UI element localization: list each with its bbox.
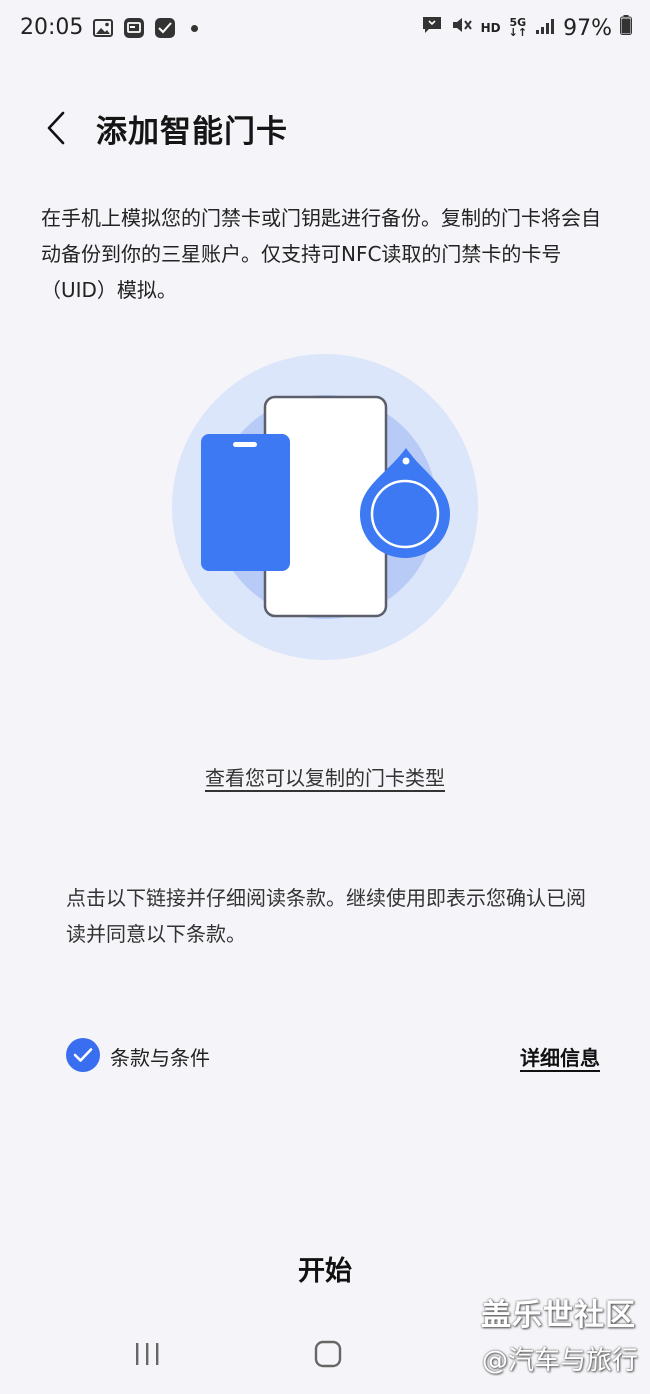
card-types-link-row: 查看您可以复制的门卡类型 bbox=[0, 762, 650, 791]
message-sync-icon bbox=[421, 15, 443, 41]
mute-icon bbox=[451, 15, 473, 41]
recent-apps-icon bbox=[136, 1343, 159, 1365]
start-button[interactable]: 开始 bbox=[225, 1240, 425, 1296]
home-button[interactable] bbox=[303, 1332, 353, 1376]
network-indicator: 5G ↓↑ bbox=[508, 16, 528, 39]
terms-row: 条款与条件 详细信息 bbox=[66, 1036, 600, 1076]
recent-apps-button[interactable] bbox=[122, 1332, 172, 1376]
header: 添加智能门卡 bbox=[0, 96, 650, 166]
notification-dot-icon bbox=[191, 24, 198, 32]
check-badge-icon bbox=[154, 17, 176, 39]
battery-icon bbox=[620, 15, 632, 41]
status-left-icons bbox=[92, 17, 198, 39]
battery-text: 97% bbox=[563, 15, 612, 41]
terms-notice: 点击以下链接并仔细阅读条款。继续使用即表示您确认已阅读并同意以下条款。 bbox=[66, 886, 586, 946]
back-button[interactable] bbox=[36, 106, 76, 150]
terms-label: 条款与条件 bbox=[110, 1046, 210, 1070]
status-bar: 20:05 HD 5G ↓↑ 97% bbox=[0, 0, 650, 60]
page-title: 添加智能门卡 bbox=[96, 114, 288, 150]
navigation-bar bbox=[0, 1322, 650, 1394]
hd-voice-indicator: HD bbox=[480, 21, 501, 35]
status-right: HD 5G ↓↑ 97% bbox=[421, 15, 632, 41]
app-notification-icon bbox=[123, 17, 145, 39]
smart-door-card-illustration bbox=[172, 354, 478, 660]
signal-icon bbox=[535, 16, 555, 41]
home-icon bbox=[314, 1340, 342, 1368]
back-arrow-icon bbox=[47, 111, 65, 145]
description-text: 在手机上模拟您的门禁卡或门钥匙进行备份。复制的门卡将会自动备份到你的三星账户。仅… bbox=[41, 206, 601, 302]
card-types-link[interactable]: 查看您可以复制的门卡类型 bbox=[205, 766, 445, 790]
image-icon bbox=[92, 17, 114, 39]
status-time: 20:05 bbox=[20, 15, 84, 40]
terms-checkbox[interactable] bbox=[66, 1038, 100, 1072]
checkmark-icon bbox=[73, 1048, 93, 1062]
details-link[interactable]: 详细信息 bbox=[520, 1042, 600, 1071]
